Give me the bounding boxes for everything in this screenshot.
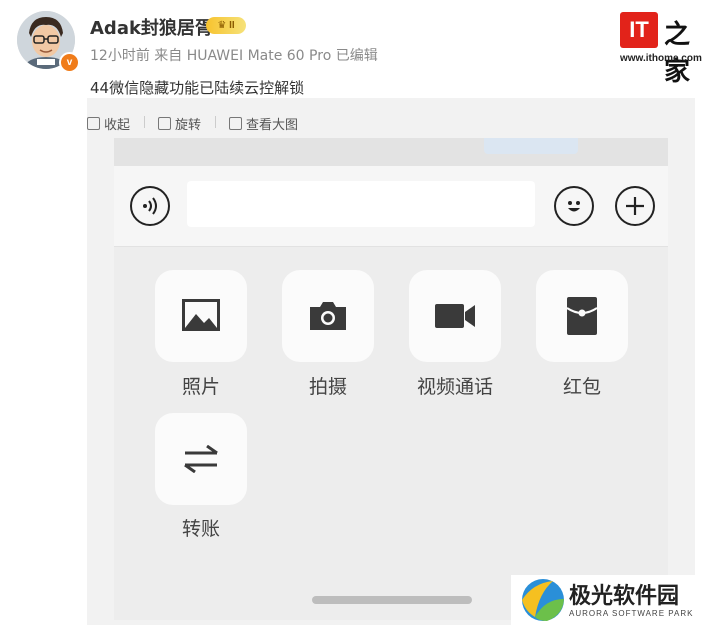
ithome-url: www.ithome.com <box>620 53 702 64</box>
collapse-icon <box>87 117 100 130</box>
transfer-tile[interactable] <box>155 413 247 505</box>
aurora-watermark: 极光软件园 AURORA SOFTWARE PARK <box>511 575 711 625</box>
toolbar-divider <box>144 116 145 128</box>
wechat-screenshot: 照片 拍摄 视频通话 红包 转账 <box>114 138 668 620</box>
emoji-icon <box>568 201 580 212</box>
photo-label: 照片 <box>181 376 220 398</box>
camera-tile[interactable] <box>282 270 374 362</box>
red-packet-icon <box>566 297 598 335</box>
video-camera-icon <box>435 304 475 328</box>
home-indicator[interactable] <box>312 596 472 604</box>
rotate-icon <box>158 117 171 130</box>
vip-level: II <box>229 20 235 31</box>
image-icon <box>182 299 220 331</box>
ithome-zhi: 之家 <box>664 20 691 87</box>
view-large-button[interactable]: 查看大图 <box>229 114 298 133</box>
red-packet-label: 红包 <box>562 376 601 398</box>
camera-icon <box>310 302 346 330</box>
emoji-button[interactable] <box>554 186 594 226</box>
rotate-label: 旋转 <box>175 118 202 133</box>
plus-icon <box>626 197 644 215</box>
message-input[interactable] <box>187 181 535 227</box>
video-call-tile[interactable] <box>409 270 501 362</box>
view-large-icon <box>229 117 242 130</box>
view-large-label: 查看大图 <box>246 118 299 133</box>
ithome-logo: IT 之家 www.ithome.com <box>620 12 702 87</box>
message-thumbnail <box>484 138 578 154</box>
transfer-label: 转账 <box>181 518 220 540</box>
verified-badge: v <box>59 52 80 73</box>
voice-icon <box>143 197 157 215</box>
post-meta: 12小时前 来自 HUAWEI Mate 60 Pro 已编辑 <box>90 48 378 64</box>
chat-area-edge <box>114 138 668 166</box>
voice-button[interactable] <box>130 186 170 226</box>
toolbar-divider <box>215 116 216 128</box>
rotate-button[interactable]: 旋转 <box>158 114 201 133</box>
transfer-icon <box>184 445 218 473</box>
aurora-logo-icon <box>522 579 564 621</box>
more-button[interactable] <box>615 186 655 226</box>
watermark-subtitle: AURORA SOFTWARE PARK <box>569 609 694 618</box>
red-packet-tile[interactable] <box>536 270 628 362</box>
watermark-name: 极光软件园 <box>569 584 680 609</box>
ithome-mark: IT <box>620 12 658 48</box>
chat-input-bar <box>114 166 668 247</box>
post-text: 44微信隐藏功能已陆续云控解锁 <box>90 79 305 97</box>
video-call-label: 视频通话 <box>416 376 493 398</box>
username[interactable]: Adak封狼居胥 <box>90 14 213 40</box>
collapse-label: 收起 <box>104 118 131 133</box>
collapse-button[interactable]: 收起 <box>87 114 130 133</box>
photo-tile[interactable] <box>155 270 247 362</box>
vip-badge[interactable]: ♛ II <box>206 17 246 34</box>
crown-icon: ♛ <box>217 20 227 31</box>
camera-label: 拍摄 <box>308 376 347 398</box>
